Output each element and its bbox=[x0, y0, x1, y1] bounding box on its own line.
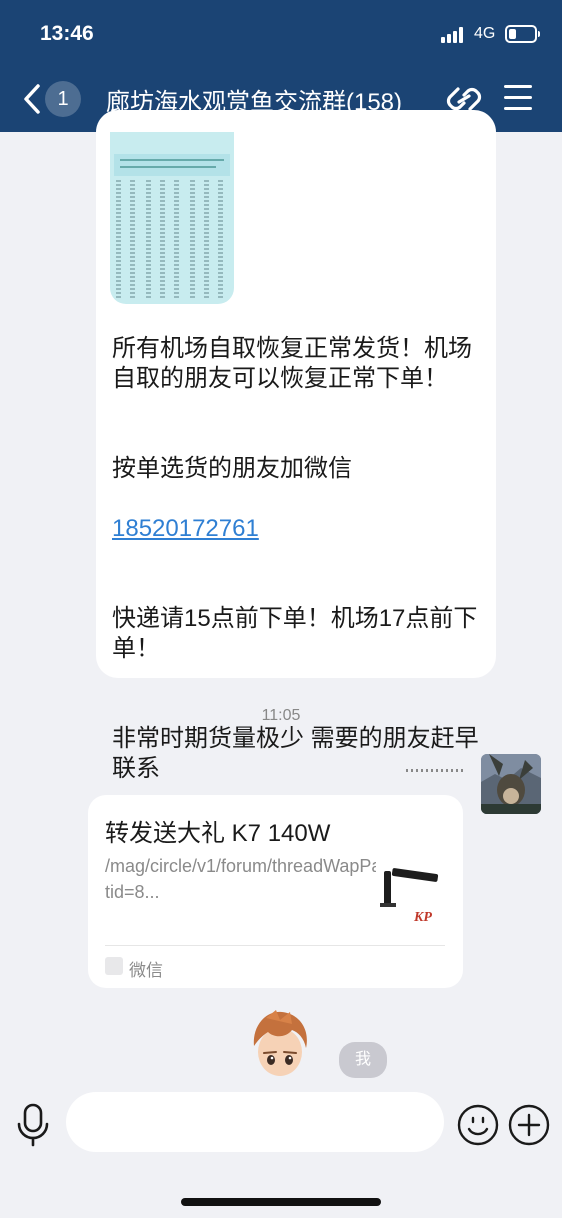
status-time: 13:46 bbox=[40, 22, 94, 45]
message-text: 所有机场自取恢复正常发货！机场自取的朋友可以恢复正常下单！ 按单选货的朋友加微信… bbox=[112, 304, 486, 814]
sender-name-placeholder bbox=[406, 769, 464, 772]
chevron-left-icon[interactable] bbox=[20, 82, 44, 116]
home-indicator bbox=[181, 1198, 381, 1206]
price-list-image[interactable] bbox=[110, 132, 234, 304]
me-label: 我 bbox=[339, 1042, 387, 1078]
shared-link-card[interactable]: 转发送大礼 K7 140W /mag/circle/v1/forum/threa… bbox=[88, 795, 463, 988]
card-source: 微信 bbox=[129, 961, 163, 980]
message-line: 非常时期货量极少 需要的朋友赶早联系 bbox=[112, 725, 479, 782]
message-line: 所有机场自取恢复正常发货！机场自取的朋友可以恢复正常下单！ bbox=[112, 335, 472, 392]
avatar[interactable] bbox=[481, 754, 541, 814]
message-bubble[interactable]: 所有机场自取恢复正常发货！机场自取的朋友可以恢复正常下单！ 按单选货的朋友加微信… bbox=[96, 110, 496, 782]
microphone-icon[interactable] bbox=[14, 1102, 52, 1148]
card-thumbnail-image: KP bbox=[376, 857, 446, 927]
message-timestamp: 11:05 bbox=[261, 707, 301, 724]
cartoon-avatar-image bbox=[253, 1010, 307, 1076]
message-line: 快递请15点前下单！机场17点前下单！ bbox=[112, 605, 478, 662]
input-bar bbox=[0, 1078, 562, 1218]
battery-icon bbox=[505, 25, 540, 43]
message-line: 按单选货的朋友加微信 bbox=[112, 455, 352, 482]
network-type: 4G bbox=[474, 25, 496, 42]
message-input[interactable] bbox=[66, 1092, 444, 1152]
avatar-image bbox=[481, 754, 541, 814]
card-divider bbox=[105, 945, 445, 946]
phone-link[interactable]: 18520172761 bbox=[112, 514, 486, 544]
card-description: /mag/circle/v1/forum/threadWapPage?tid=8… bbox=[105, 856, 412, 902]
smiley-icon[interactable] bbox=[457, 1104, 499, 1146]
unread-badge[interactable]: 1 bbox=[45, 81, 81, 117]
card-title: 转发送大礼 K7 140W bbox=[105, 820, 331, 847]
wechat-icon bbox=[105, 957, 123, 975]
plus-circle-icon[interactable] bbox=[508, 1104, 550, 1146]
svg-text:KP: KP bbox=[413, 910, 432, 925]
avatar[interactable] bbox=[246, 1008, 314, 1076]
status-bar: 13:46 4G bbox=[0, 0, 562, 64]
menu-icon[interactable] bbox=[504, 85, 532, 111]
signal-icon bbox=[441, 27, 467, 43]
